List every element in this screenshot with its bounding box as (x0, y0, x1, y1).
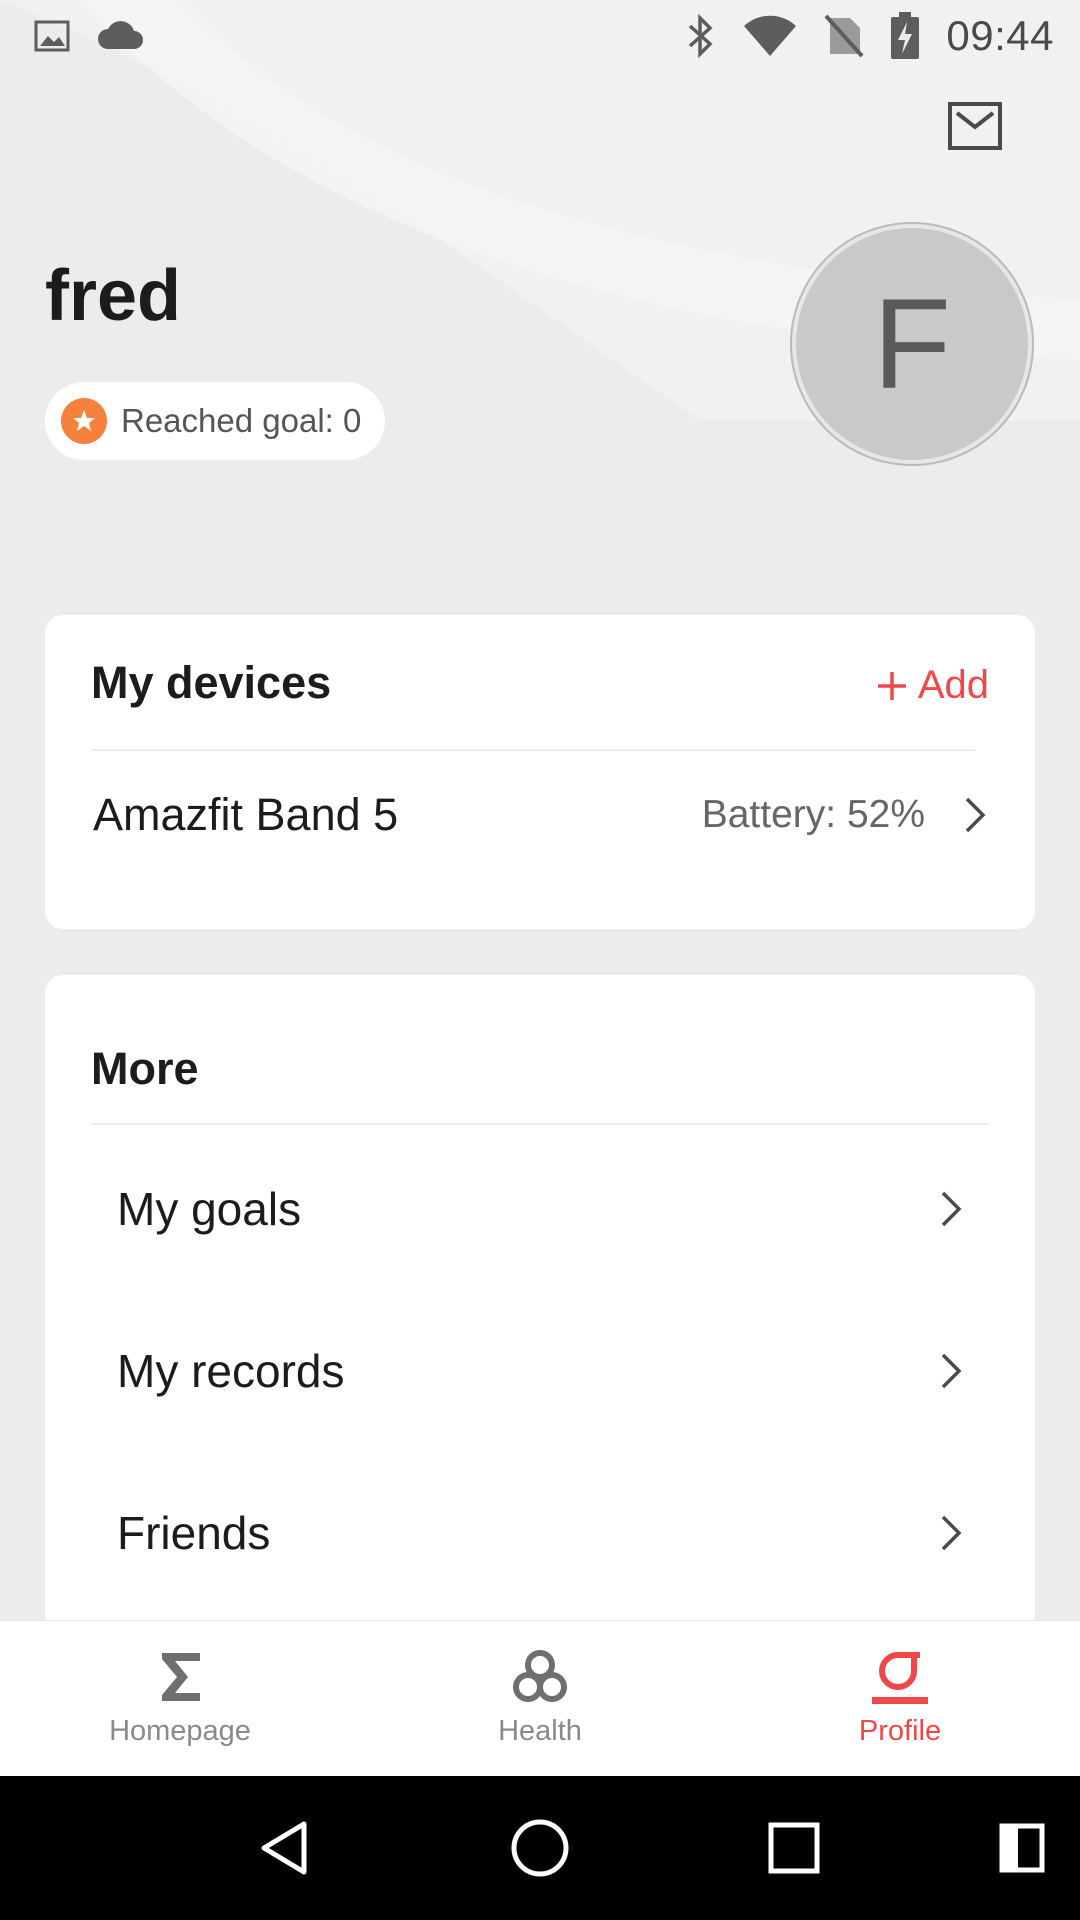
sigma-icon (162, 1653, 200, 1701)
device-battery: Battery: 52% (701, 793, 925, 836)
username: fred (45, 256, 182, 336)
menu-item-label: My goals (117, 1183, 302, 1235)
device-name: Amazfit Band 5 (93, 789, 399, 840)
nav-tab-label: Profile (858, 1715, 942, 1747)
star-icon (61, 398, 107, 444)
nav-tab-label: Homepage (109, 1715, 251, 1747)
nav-tab-profile[interactable]: Profile (720, 1621, 1080, 1776)
battery-charging-icon (891, 12, 920, 59)
chevron-right-icon (941, 1191, 962, 1227)
recents-square-icon (768, 1822, 820, 1874)
nav-tab-health[interactable]: Health (360, 1621, 720, 1776)
menu-item-label: Friends (117, 1507, 271, 1559)
back-triangle-icon (261, 1821, 307, 1875)
devices-divider (91, 749, 975, 751)
status-right: 09:44 (686, 12, 1054, 60)
profile-icon (872, 1652, 928, 1704)
my-devices-card: My devices Add Amazfit Band 5 Battery: 5… (45, 615, 1035, 929)
menu-item-my-records[interactable]: My records (117, 1311, 965, 1431)
status-time: 09:44 (946, 12, 1054, 59)
recents-button[interactable] (762, 1816, 826, 1880)
avatar[interactable]: F (792, 224, 1032, 464)
wifi-icon (744, 15, 797, 56)
more-divider (91, 1123, 989, 1125)
chevron-right-icon (941, 1515, 962, 1551)
avatar-letter: F (872, 272, 952, 416)
menu-item-friends[interactable]: Friends (117, 1473, 965, 1593)
status-bar: 09:44 (0, 0, 1080, 72)
menu-item-label: My records (117, 1345, 345, 1397)
add-device-button[interactable]: Add (876, 663, 989, 708)
health-knot-icon (513, 1650, 567, 1702)
status-left (34, 18, 146, 54)
nav-tab-label: Health (498, 1715, 582, 1747)
image-icon (34, 20, 70, 52)
system-navigation-bar (0, 1776, 1080, 1920)
home-button[interactable] (508, 1816, 572, 1880)
bluetooth-icon (689, 14, 713, 58)
chevron-right-icon (941, 1353, 962, 1389)
nav-tab-homepage[interactable]: Homepage (0, 1621, 360, 1776)
plus-icon (877, 671, 906, 700)
add-device-label: Add (917, 663, 989, 707)
split-screen-button[interactable] (990, 1816, 1054, 1880)
bottom-navigation: Homepage Health Profile (0, 1620, 1080, 1776)
more-title: More (91, 1043, 199, 1094)
back-button[interactable] (252, 1816, 316, 1880)
device-row[interactable]: Amazfit Band 5 Battery: 52% (93, 755, 989, 875)
reached-goal-label: Reached goal: 0 (121, 402, 362, 439)
split-screen-icon (999, 1823, 1045, 1873)
cloud-icon (98, 21, 143, 49)
chevron-right-icon (965, 797, 986, 833)
menu-item-my-goals[interactable]: My goals (117, 1149, 965, 1269)
home-circle-icon (511, 1819, 569, 1877)
mail-button[interactable] (944, 98, 1006, 154)
reached-goal-badge[interactable]: Reached goal: 0 (45, 382, 386, 460)
mail-icon (948, 102, 1002, 150)
no-sim-icon (824, 14, 864, 58)
my-devices-title: My devices (91, 657, 332, 708)
